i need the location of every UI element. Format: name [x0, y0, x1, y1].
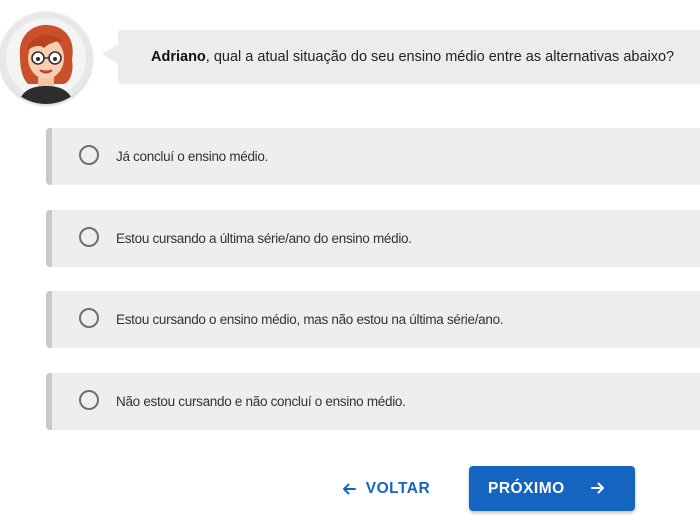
radio-button-icon[interactable] [79, 308, 99, 328]
next-button[interactable]: PRÓXIMO [469, 466, 635, 511]
next-button-label: PRÓXIMO [488, 479, 565, 497]
option-label: Estou cursando a última série/ano do ens… [116, 231, 412, 246]
option-attending-not-last-year[interactable]: Estou cursando o ensino médio, mas não e… [46, 291, 700, 348]
radio-button-icon[interactable] [79, 227, 99, 247]
assistant-avatar [0, 12, 92, 104]
assistant-avatar-icon [0, 12, 92, 104]
back-button-label: VOLTAR [365, 480, 431, 497]
question-body: , qual a atual situação do seu ensino mé… [205, 49, 675, 65]
arrow-left-icon [342, 483, 356, 495]
option-label: Já concluí o ensino médio. [116, 149, 269, 164]
option-not-attending[interactable]: Não estou cursando e não concluí o ensin… [46, 373, 700, 430]
question-bubble: Adriano, qual a atual situação do seu en… [102, 30, 700, 84]
question-text: Adriano, qual a atual situação do seu en… [151, 30, 674, 84]
radio-button-icon[interactable] [79, 145, 99, 165]
option-last-year[interactable]: Estou cursando a última série/ano do ens… [46, 210, 700, 267]
back-button[interactable]: VOLTAR [330, 467, 442, 511]
option-concluded[interactable]: Já concluí o ensino médio. [46, 128, 700, 185]
arrow-right-icon [591, 482, 604, 494]
option-label: Estou cursando o ensino médio, mas não e… [116, 312, 504, 327]
chat-question-page: Adriano, qual a atual situação do seu en… [0, 0, 700, 524]
user-name: Adriano [151, 49, 206, 65]
option-label: Não estou cursando e não concluí o ensin… [116, 394, 406, 409]
radio-button-icon[interactable] [79, 390, 99, 410]
